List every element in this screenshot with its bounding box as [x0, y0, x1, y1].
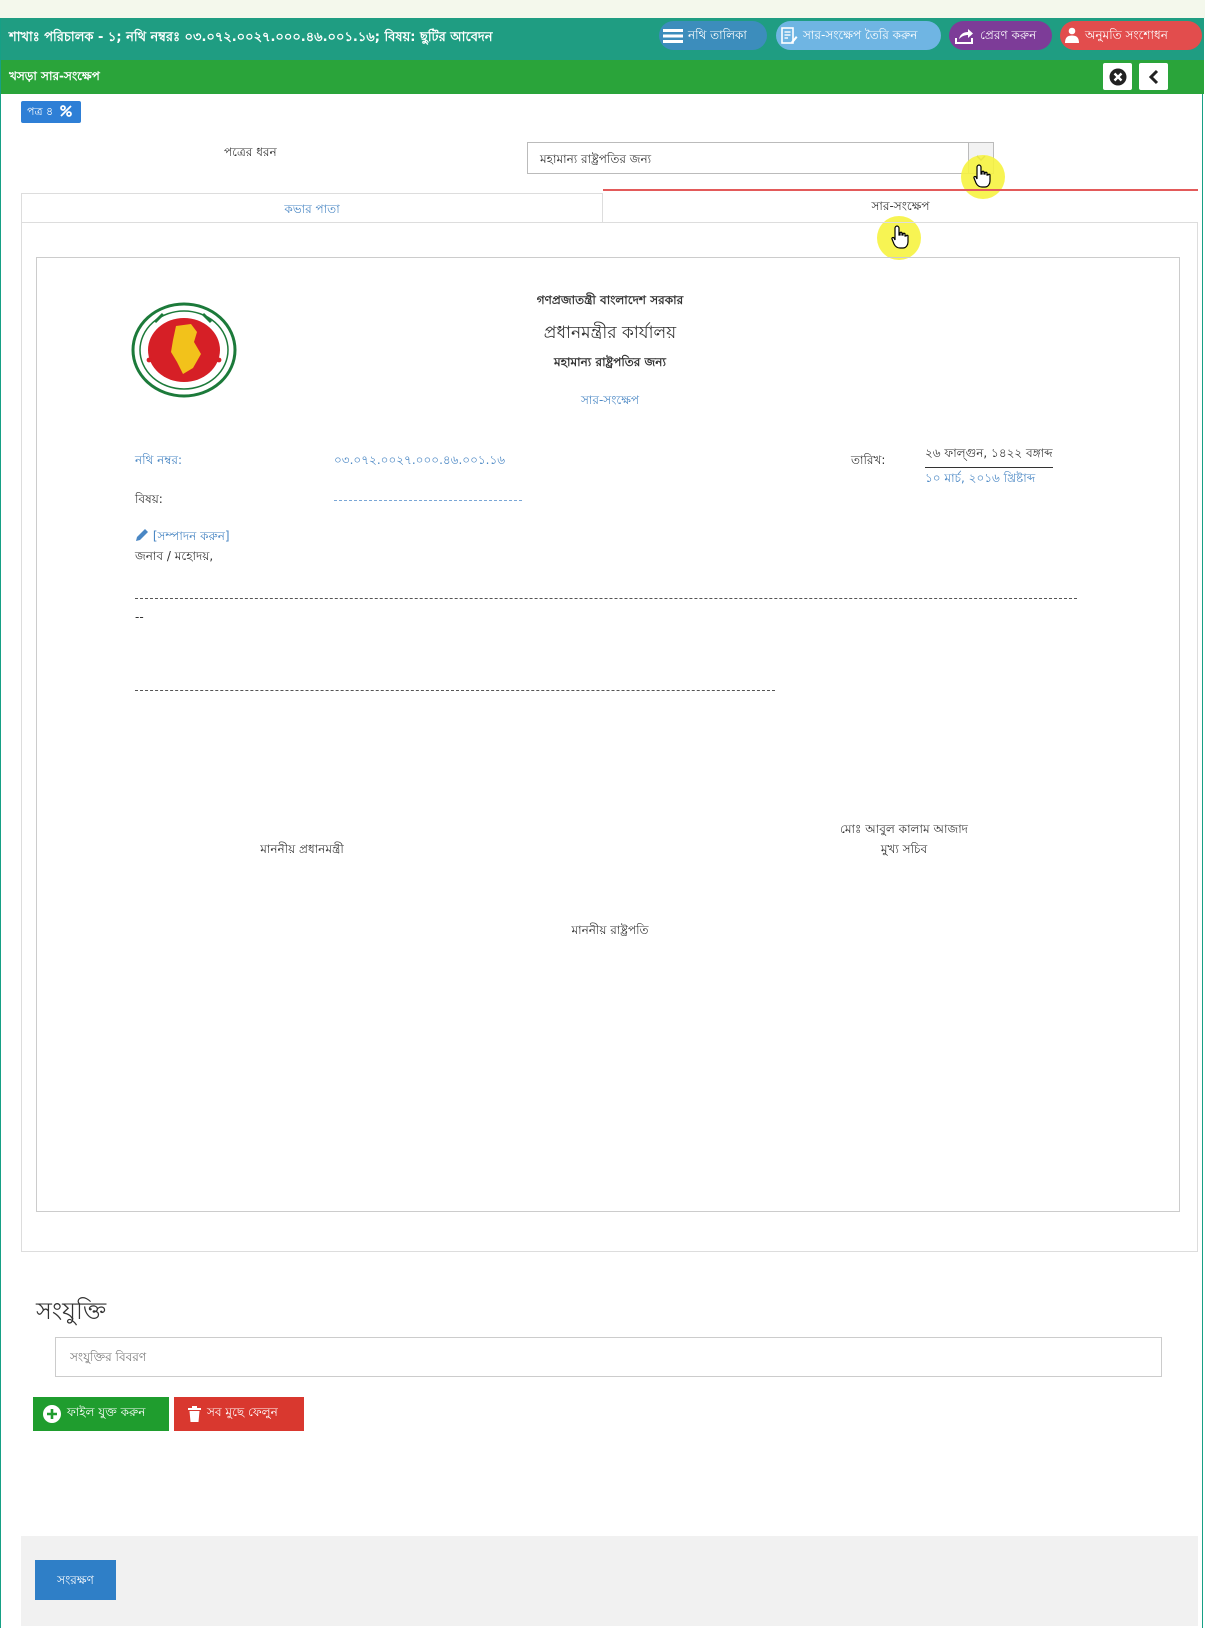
date-label: তারিখ: [851, 453, 886, 467]
file-number-label: নথি নম্বর: [135, 453, 183, 467]
file-title: শাখাঃ পরিচালক - ১; নথি নম্বরঃ ০৩.০৭২.০০২… [9, 30, 493, 45]
subject-placeholder-line [334, 500, 522, 501]
prime-minister-label: মাননীয় প্রধানমন্ত্রী [260, 842, 344, 856]
link-icon [59, 105, 72, 117]
save-button[interactable]: সংরক্ষণ [35, 1560, 116, 1600]
trash-icon [188, 1406, 201, 1422]
letter-badge[interactable]: পত্র ৪ [21, 101, 81, 123]
signer-name: মোঃ আবুল কালাম আজাদ [840, 822, 968, 836]
president-label: মাননীয় রাষ্ট্রপতি [571, 923, 649, 937]
close-circle-icon [1109, 68, 1126, 85]
edit-permission-label: অনুমতি সংশোধন [1085, 28, 1168, 42]
letter-badge-label: পত্র ৪ [27, 105, 54, 118]
salutation: জনাব / মহোদয়, [135, 549, 214, 563]
body-dash-fragment: -- [135, 610, 144, 624]
share-icon [955, 28, 973, 44]
tab-cover-page[interactable]: কভার পাতা [21, 193, 603, 223]
clear-all-label: সব মুছে ফেলুন [207, 1405, 278, 1419]
letter-type-label: পত্রের ধরন [224, 145, 277, 159]
add-file-label: ফাইল যুক্ত করুন [67, 1405, 146, 1419]
signer-title: মুখ্য সচিব [880, 842, 928, 856]
send-label: প্রেরণ করুন [980, 28, 1037, 42]
send-button[interactable]: প্রেরণ করুন [949, 21, 1052, 50]
tab-bar: কভার পাতা সার-সংক্ষেপ [21, 189, 1198, 223]
pencil-icon [136, 529, 148, 541]
file-list-button[interactable]: নথি তালিকা [659, 21, 767, 50]
edit-permission-button[interactable]: অনুমতি সংশোধন [1060, 21, 1202, 50]
top-strip [0, 0, 1205, 18]
office-heading: প্রধানমন্ত্রীর কার্যালয় [543, 323, 677, 343]
edit-link-label: [সম্পাদন করুন] [152, 529, 230, 543]
body-dashed-line-1 [135, 598, 1077, 599]
list-icon [663, 28, 683, 43]
document-edit-icon [781, 26, 798, 44]
footer-bar [21, 1536, 1198, 1626]
plus-circle-icon [43, 1405, 61, 1423]
government-seal-logo [131, 302, 237, 398]
create-summary-label: সার-সংক্ষেপ তৈরি করুন [803, 28, 918, 42]
file-list-label: নথি তালিকা [688, 28, 747, 42]
letter-type-select[interactable]: মহামান্য রাষ্ট্রপতির জন্য [527, 142, 994, 174]
chevron-left-icon [1148, 69, 1158, 84]
attachment-description-input[interactable] [55, 1337, 1162, 1377]
subject-label: বিষয়: [135, 492, 163, 506]
close-button[interactable] [1103, 63, 1132, 90]
letter-type-value: মহামান্য রাষ্ট্রপতির জন্য [540, 152, 652, 166]
create-summary-button[interactable]: সার-সংক্ষেপ তৈরি করুন [776, 21, 941, 50]
body-dashed-line-2 [135, 690, 775, 691]
summary-document: গণপ্রজাতন্ত্রী বাংলাদেশ সরকার প্রধানমন্ত… [36, 257, 1180, 1212]
file-number-value: ০৩.০৭২.০০২৭.০০০.৪৬.০০১.১৬ [334, 453, 506, 467]
for-whom-heading: মহামান্য রাষ্ট্রপতির জন্য [554, 355, 666, 369]
date-english: ১০ মার্চ, ২০১৬ খ্রিষ্টাব্দ [925, 471, 1036, 485]
clear-all-button[interactable]: সব মুছে ফেলুন [174, 1397, 304, 1431]
back-button[interactable] [1139, 63, 1168, 90]
date-bangla: ২৬ ফাল্গুন, ১৪২২ বঙ্গাব্দ [925, 445, 1053, 468]
users-icon [1065, 27, 1079, 43]
gov-heading: গণপ্রজাতন্ত্রী বাংলাদেশ সরকার [536, 293, 684, 307]
hand-cursor-icon [973, 164, 991, 188]
file-header: শাখাঃ পরিচালক - ১; নথি নম্বরঃ ০৩.০৭২.০০২… [1, 18, 1204, 60]
edit-link[interactable]: [সম্পাদন করুন] [135, 528, 230, 548]
document-type: সার-সংক্ষেপ [580, 393, 640, 407]
draft-summary-bar: খসড়া সার-সংক্ষেপ [1, 60, 1204, 94]
attachments-title: সংযুক্তি [36, 1297, 107, 1325]
draft-summary-title: খসড়া সার-সংক্ষেপ [9, 69, 100, 83]
add-file-button[interactable]: ফাইল যুক্ত করুন [33, 1397, 169, 1431]
